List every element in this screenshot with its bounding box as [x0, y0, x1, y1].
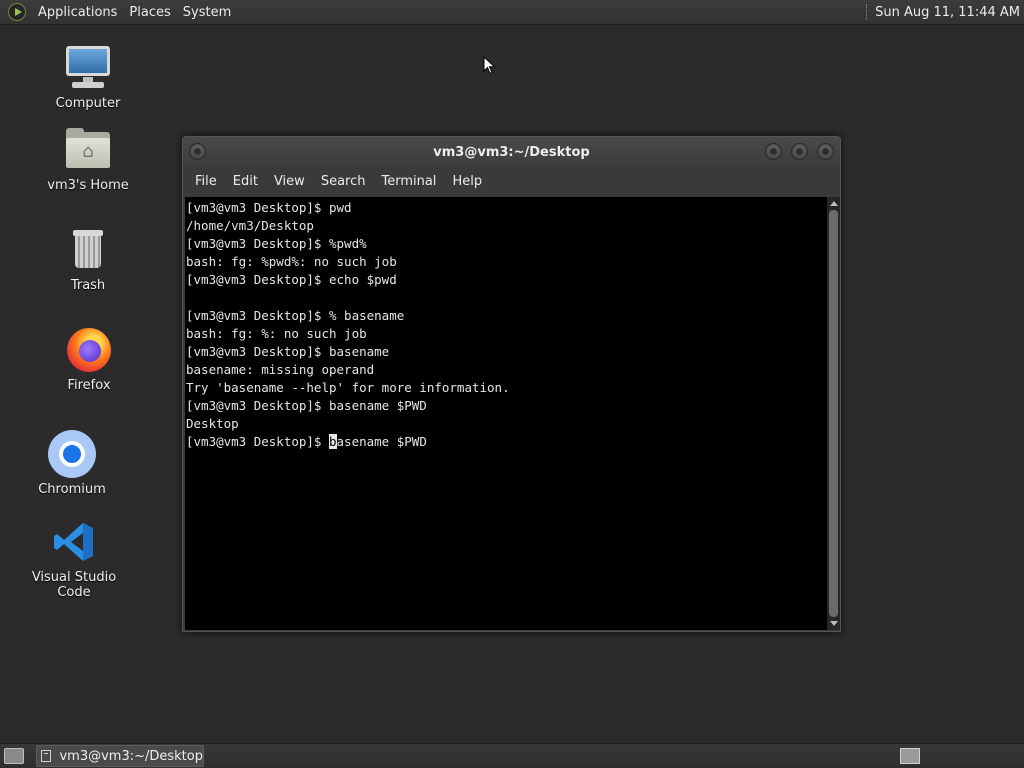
window-titlebar[interactable]: vm3@vm3:~/Desktop [183, 137, 840, 167]
desktop-icon-home[interactable]: ⌂ vm3's Home [28, 126, 148, 193]
terminal-icon [41, 750, 52, 762]
terminal-line: bash: fg: %pwd%: no such job [186, 254, 397, 269]
menu-view[interactable]: View [266, 174, 313, 189]
terminal-line: Try 'basename --help' for more informati… [186, 380, 510, 395]
terminal-input-line[interactable]: [vm3@vm3 Desktop]$ basename $PWD [186, 433, 827, 451]
menu-edit[interactable]: Edit [225, 174, 266, 189]
desktop-icon-computer[interactable]: Computer [28, 44, 148, 111]
scroll-down-icon[interactable] [830, 621, 838, 626]
taskbar-button-label: vm3@vm3:~/Desktop [59, 748, 203, 764]
terminal-line: /home/vm3/Desktop [186, 218, 314, 233]
terminal-line: [vm3@vm3 Desktop]$ echo $pwd [186, 272, 397, 287]
terminal-line: [vm3@vm3 Desktop]$ % basename [186, 308, 405, 323]
minimize-icon[interactable] [765, 143, 782, 160]
window-title: vm3@vm3:~/Desktop [433, 144, 590, 160]
scroll-up-icon[interactable] [830, 201, 838, 206]
panel-tray: Sun Aug 11, 11:44 AM [866, 0, 1024, 24]
desktop-icon-firefox[interactable]: Firefox [29, 326, 149, 393]
desktop-icon-label: vm3's Home [47, 178, 129, 193]
terminal-output[interactable]: [vm3@vm3 Desktop]$ pwd /home/vm3/Desktop… [185, 197, 827, 630]
taskbar-button-terminal[interactable]: vm3@vm3:~/Desktop [36, 745, 204, 767]
desktop-icon-label: Computer [55, 96, 121, 111]
terminal-line: [vm3@vm3 Desktop]$ basename [186, 344, 390, 359]
menu-search[interactable]: Search [313, 174, 374, 189]
home-folder-icon: ⌂ [64, 126, 112, 174]
panel-separator [866, 4, 869, 20]
bottom-panel: vm3@vm3:~/Desktop [0, 743, 1024, 768]
terminal-line: bash: fg: %: no such job [186, 326, 367, 341]
chromium-icon [48, 430, 96, 478]
terminal-window[interactable]: vm3@vm3:~/Desktop File Edit View Search … [182, 136, 841, 632]
command-text: asename $PWD [336, 434, 427, 449]
menu-terminal[interactable]: Terminal [373, 174, 444, 189]
menu-system[interactable]: System [177, 5, 237, 20]
scrollbar-thumb[interactable] [829, 210, 838, 617]
close-icon[interactable] [817, 143, 834, 160]
desktop-icon-vscode[interactable]: Visual Studio Code [14, 518, 134, 600]
terminal-line: [vm3@vm3 Desktop]$ basename $PWD [186, 398, 427, 413]
desktop-icon-chromium[interactable]: Chromium [12, 430, 132, 497]
menu-places[interactable]: Places [123, 5, 176, 20]
desktop-icon-trash[interactable]: Trash [28, 226, 148, 293]
menu-applications[interactable]: Applications [32, 5, 123, 20]
shell-prompt: [vm3@vm3 Desktop]$ [186, 434, 329, 449]
terminal-line: [vm3@vm3 Desktop]$ %pwd% [186, 236, 367, 251]
menu-help[interactable]: Help [444, 174, 490, 189]
mouse-pointer-icon [483, 56, 496, 75]
clock[interactable]: Sun Aug 11, 11:44 AM [875, 5, 1024, 20]
text-cursor: b [329, 434, 337, 449]
workspace-switcher[interactable] [900, 748, 920, 764]
menu-file[interactable]: File [187, 174, 225, 189]
terminal-line: [vm3@vm3 Desktop]$ pwd [186, 200, 352, 215]
terminal-line: basename: missing operand [186, 362, 375, 377]
computer-icon [64, 44, 112, 92]
desktop-icon-label: Trash [70, 278, 106, 293]
terminal-menubar: File Edit View Search Terminal Help [183, 167, 840, 196]
distro-logo-icon[interactable] [8, 3, 26, 21]
desktop-icon-label: Firefox [67, 378, 111, 393]
show-desktop-icon[interactable] [4, 748, 24, 764]
window-menu-icon[interactable] [189, 143, 206, 160]
maximize-icon[interactable] [791, 143, 808, 160]
top-panel: Applications Places System Sun Aug 11, 1… [0, 0, 1024, 25]
firefox-icon [65, 326, 113, 374]
terminal-scrollbar[interactable] [827, 197, 840, 630]
terminal-line: Desktop [186, 416, 239, 431]
desktop-icon-label: Chromium [38, 482, 106, 497]
vscode-icon [50, 518, 98, 566]
trash-icon [64, 226, 112, 274]
desktop-icon-label: Visual Studio Code [31, 570, 117, 600]
